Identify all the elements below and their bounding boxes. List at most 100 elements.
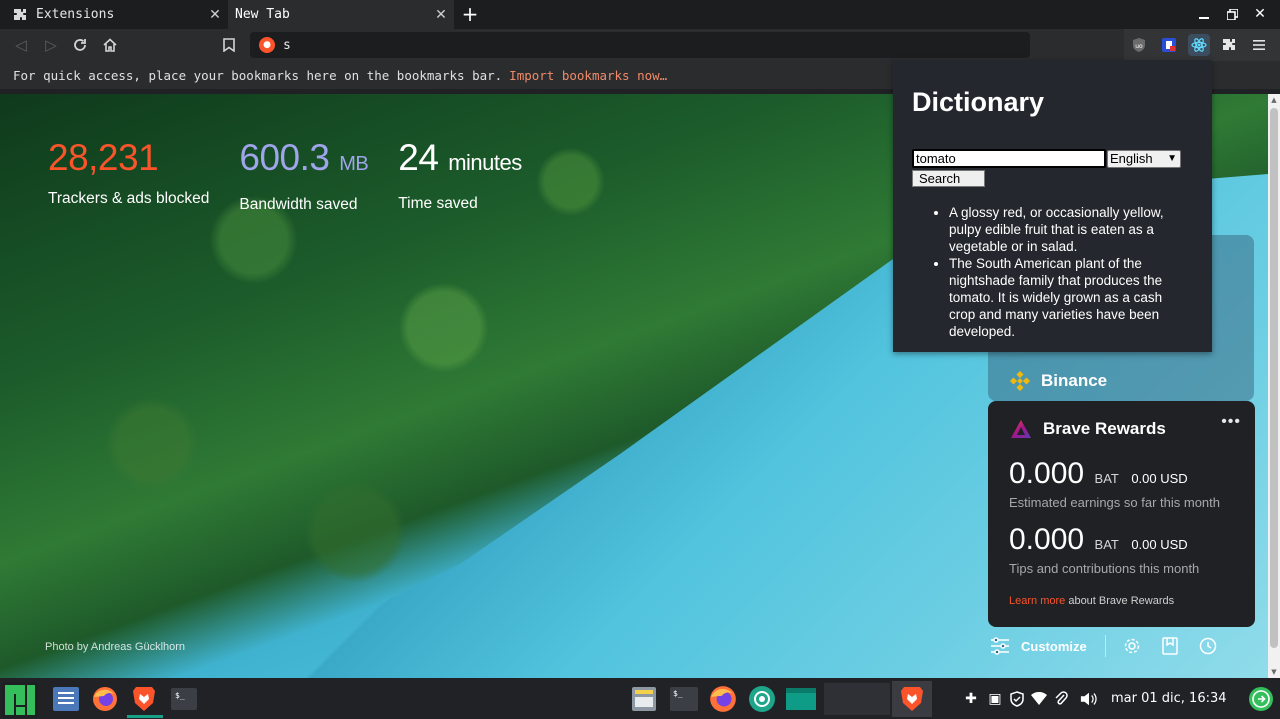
toolbar: ◁ ▷ ● s uo <box>0 29 1280 61</box>
app-window-icon[interactable] <box>785 683 817 715</box>
usb-icon[interactable]: ▣ <box>986 690 1004 708</box>
shield-icon[interactable] <box>1008 690 1026 708</box>
clock[interactable]: mar 01 dic, 16:34 <box>1111 691 1227 706</box>
duckduckgo-icon: ● <box>259 37 275 53</box>
bookmark-icon[interactable] <box>218 34 240 56</box>
menu-icon[interactable] <box>1248 34 1270 56</box>
tab-label: New Tab <box>235 7 290 22</box>
svg-text:$_: $_ <box>175 691 185 700</box>
brave-window-icon[interactable] <box>892 681 932 717</box>
dictionary-search-button[interactable]: Search <box>912 170 985 187</box>
learn-more-suffix: about Brave Rewards <box>1068 595 1175 607</box>
privacy-badger-icon[interactable] <box>1158 34 1180 56</box>
dictionary-search-input[interactable]: tomato <box>912 149 1106 168</box>
plus-tray-icon[interactable]: ✚ <box>962 690 980 708</box>
brave-browser-icon[interactable] <box>128 683 160 715</box>
stat-value: 600.3 MB <box>239 137 369 178</box>
history-icon[interactable] <box>1196 634 1220 658</box>
stats-panel: 28,231 Trackers & ads blocked 600.3 MB B… <box>48 138 552 214</box>
rewards-learn-more: Learn more about Brave Rewards <box>1009 595 1174 607</box>
puzzle-icon <box>12 7 28 23</box>
address-input[interactable]: s <box>283 38 291 53</box>
earnings-amount: 0.000 <box>1009 457 1085 490</box>
customize-icon[interactable] <box>988 634 1012 658</box>
manjaro-menu-icon[interactable] <box>2 682 38 718</box>
rewards-header: Brave Rewards <box>1010 419 1166 439</box>
stat-bandwidth: 600.3 MB Bandwidth saved <box>239 138 368 214</box>
tab-extensions[interactable]: Extensions ✕ <box>0 0 228 29</box>
import-bookmarks-link[interactable]: Import bookmarks now… <box>509 68 667 83</box>
binance-widget-tab[interactable]: Binance <box>1009 370 1108 392</box>
more-options-icon[interactable]: ••• <box>1221 413 1241 431</box>
chevron-down-icon: ▼ <box>1167 153 1177 164</box>
tips-caption: Tips and contributions this month <box>1009 561 1200 576</box>
tips-amount: 0.000 <box>1009 523 1085 556</box>
reload-button[interactable] <box>69 34 91 56</box>
bookmarks-icon[interactable] <box>1158 634 1182 658</box>
earnings-caption: Estimated earnings so far this month <box>1009 495 1220 510</box>
new-tab-button[interactable]: + <box>459 2 481 26</box>
restore-button[interactable] <box>1221 4 1243 24</box>
dictionary-title: Dictionary <box>912 87 1045 117</box>
tips-currency: BAT <box>1094 537 1119 552</box>
firefox-window-icon[interactable] <box>707 683 739 715</box>
close-icon[interactable]: ✕ <box>432 6 450 24</box>
customize-button[interactable]: Customize <box>1021 639 1087 654</box>
scroll-up-arrow-icon[interactable]: ▲ <box>1270 96 1278 104</box>
brave-rewards-icon <box>1010 419 1032 439</box>
close-icon[interactable]: ✕ <box>206 6 224 24</box>
brave-rewards-widget: Brave Rewards ••• 0.000 BAT 0.00 USD Est… <box>988 401 1255 627</box>
definition-item: A glossy red, or occasionally yellow, pu… <box>949 204 1183 255</box>
stat-caption: Trackers & ads blocked <box>48 190 210 207</box>
close-window-button[interactable]: ✕ <box>1249 4 1271 24</box>
tips-usd: 0.00 USD <box>1131 537 1188 552</box>
terminal-icon[interactable]: $_ <box>168 683 200 715</box>
scrollbar-thumb[interactable] <box>1270 108 1278 648</box>
stat-value: 24 minutes <box>398 137 522 178</box>
binance-icon <box>1009 370 1031 392</box>
tab-new-tab[interactable]: New Tab ✕ <box>228 0 454 29</box>
footer-divider <box>1104 635 1106 657</box>
file-manager-icon[interactable] <box>50 683 82 715</box>
stat-trackers: 28,231 Trackers & ads blocked <box>48 138 209 214</box>
svg-text:$_: $_ <box>673 689 683 698</box>
learn-more-link[interactable]: Learn more <box>1009 595 1065 607</box>
extensions-puzzle-icon[interactable] <box>1218 34 1240 56</box>
rewards-title: Brave Rewards <box>1043 419 1166 438</box>
ublock-icon[interactable]: uo <box>1128 34 1150 56</box>
language-selected: English <box>1110 151 1153 166</box>
wifi-icon[interactable] <box>1030 690 1048 708</box>
binance-label: Binance <box>1041 371 1108 390</box>
paperclip-icon[interactable] <box>1052 690 1070 708</box>
back-button[interactable]: ◁ <box>10 34 32 56</box>
notes-app-icon[interactable] <box>628 683 660 715</box>
update-icon[interactable] <box>1246 684 1276 714</box>
bookmarks-message: For quick access, place your bookmarks h… <box>13 67 503 83</box>
active-app-indicator <box>127 715 163 718</box>
dictionary-extension-icon[interactable] <box>1188 34 1210 56</box>
language-select[interactable]: English ▼ <box>1107 150 1181 168</box>
settings-gear-icon[interactable] <box>1120 634 1144 658</box>
forward-button[interactable]: ▷ <box>40 34 62 56</box>
page-scrollbar[interactable]: ▲ ▼ <box>1268 94 1280 678</box>
screenshot-app-icon[interactable] <box>746 683 778 715</box>
stat-time: 24 minutes Time saved <box>398 137 522 214</box>
scroll-down-arrow-icon[interactable]: ▼ <box>1270 668 1278 676</box>
photo-credit: Photo by Andreas Gücklhorn <box>45 641 186 653</box>
svg-text:uo: uo <box>1135 43 1143 50</box>
definition-list: A glossy red, or occasionally yellow, pu… <box>949 204 1183 340</box>
tab-strip: Extensions ✕ New Tab ✕ + ✕ <box>0 0 1280 29</box>
tab-label: Extensions <box>36 7 115 22</box>
firefox-icon[interactable] <box>89 683 121 715</box>
terminal-window-icon[interactable]: $_ <box>668 683 700 715</box>
minimize-button[interactable] <box>1193 4 1215 24</box>
taskbar-window-placeholder[interactable] <box>824 683 890 715</box>
earnings-usd: 0.00 USD <box>1131 471 1188 486</box>
address-bar[interactable]: ● s <box>250 32 1030 58</box>
taskbar: $_ $_ ✚ ▣ mar 01 dic, 16:34 <box>0 679 1280 719</box>
volume-icon[interactable] <box>1080 690 1098 708</box>
stat-caption: Bandwidth saved <box>239 196 358 213</box>
home-button[interactable] <box>99 34 121 56</box>
stat-caption: Time saved <box>398 195 478 212</box>
dictionary-popup: Dictionary tomato English ▼ Search A glo… <box>893 60 1212 352</box>
